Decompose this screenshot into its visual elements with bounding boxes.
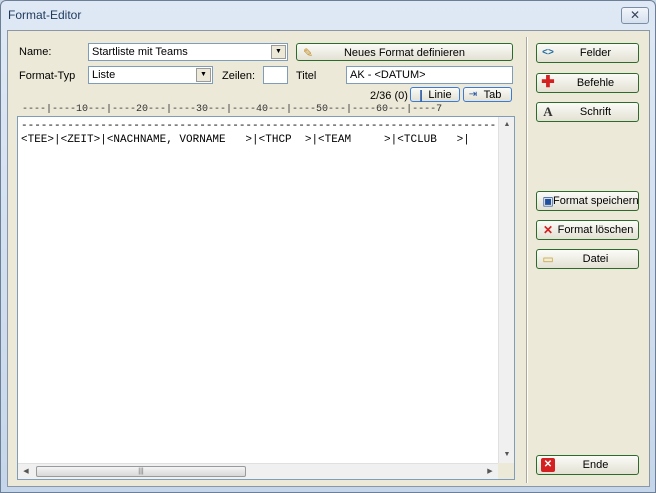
window-title: Format-Editor [8, 8, 82, 22]
tab-label: Tab [483, 89, 502, 101]
befehle-label: Befehle [576, 77, 615, 89]
name-value: Startliste mit Teams [92, 46, 188, 58]
scroll-left-icon[interactable]: ◀ [18, 464, 34, 479]
format-text-editor[interactable]: ----------------------------------------… [17, 116, 515, 480]
vertical-scrollbar[interactable]: ▲ ▼ [498, 117, 514, 463]
format-speichern-label: Format speichern [553, 195, 639, 207]
editor-line: <TEE>|<ZEIT>|<NACHNAME, VORNAME >|<THCP … [21, 134, 470, 146]
scroll-down-icon[interactable]: ▼ [499, 447, 514, 463]
scroll-thumb[interactable]: ||| [36, 466, 246, 477]
titel-input[interactable]: AK - <DATUM> [346, 66, 513, 84]
format-loeschen-label: Format löschen [557, 224, 634, 236]
format-speichern-button[interactable]: ▣ Format speichern [536, 191, 639, 211]
format-editor-window: Format-Editor ✕ Name: Startliste mit Tea… [0, 0, 656, 493]
format-type-combobox[interactable]: Liste ▼ [88, 66, 213, 84]
new-format-button[interactable]: ✎ Neues Format definieren [296, 43, 513, 61]
position-indicator: 2/36 (0) [370, 90, 408, 102]
vertical-divider [526, 37, 528, 483]
zeilen-label: Zeilen: [222, 70, 256, 82]
dialog-body: Name: Startliste mit Teams ▼ ✎ Neues For… [7, 30, 650, 487]
name-label: Name: [19, 46, 52, 58]
scroll-right-icon[interactable]: ▶ [482, 464, 498, 479]
horizontal-scrollbar[interactable]: ◀ ||| ▶ [18, 463, 498, 479]
close-icon: ✕ [629, 8, 641, 22]
titel-label: Titel [296, 70, 317, 82]
chevron-down-icon[interactable]: ▼ [196, 68, 211, 82]
datei-label: Datei [582, 253, 609, 265]
close-button[interactable]: ✕ [621, 7, 649, 24]
befehle-button[interactable]: ✚ Befehle [536, 73, 639, 93]
ende-button[interactable]: ✕ Ende [536, 455, 639, 475]
tab-button[interactable]: ⇥ Tab [463, 87, 512, 102]
linie-button[interactable]: | Linie [410, 87, 460, 102]
schrift-button[interactable]: A Schrift [536, 102, 639, 122]
column-ruler: ----|----10---|----20---|----30---|----4… [22, 104, 443, 115]
zeilen-input[interactable] [263, 66, 288, 84]
linie-label: Linie [428, 89, 452, 101]
titel-value: AK - <DATUM> [350, 69, 426, 81]
schrift-label: Schrift [579, 106, 612, 118]
scrollbar-corner [498, 463, 514, 479]
editor-line: ----------------------------------------… [21, 120, 497, 132]
ende-label: Ende [582, 459, 609, 471]
felder-label: Felder [579, 47, 612, 59]
name-combobox[interactable]: Startliste mit Teams ▼ [88, 43, 288, 61]
felder-button[interactable]: <> Felder [536, 43, 639, 63]
chevron-down-icon[interactable]: ▼ [271, 45, 286, 59]
format-loeschen-button[interactable]: ✕ Format löschen [536, 220, 639, 240]
title-bar: Format-Editor ✕ [1, 1, 655, 28]
format-type-value: Liste [92, 69, 116, 81]
new-format-label: Neues Format definieren [343, 47, 466, 59]
datei-button[interactable]: ▭ Datei [536, 249, 639, 269]
scroll-up-icon[interactable]: ▲ [499, 117, 514, 133]
format-type-label: Format-Typ [19, 70, 76, 82]
